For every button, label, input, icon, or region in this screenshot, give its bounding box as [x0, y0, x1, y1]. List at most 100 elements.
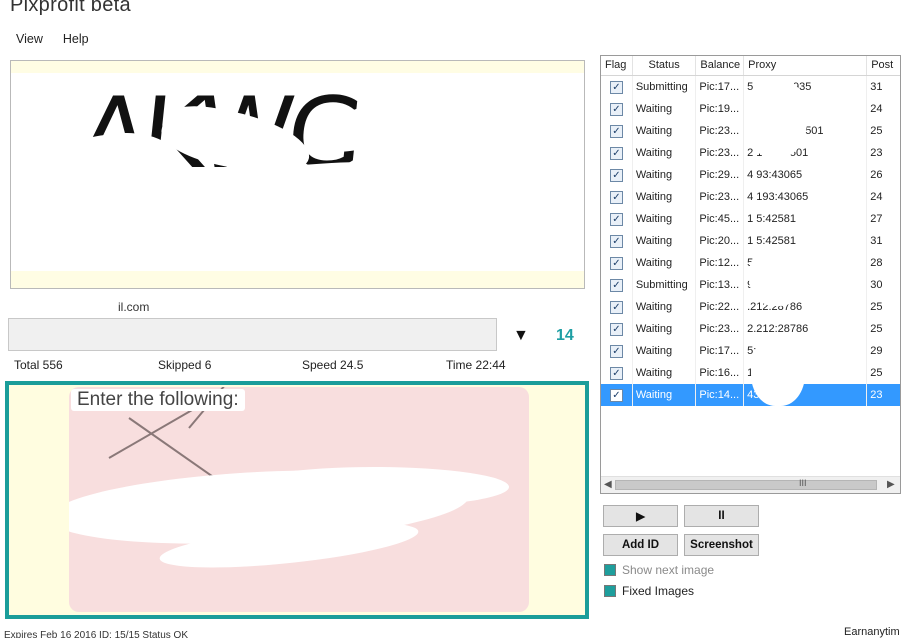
row-status: Waiting — [633, 340, 697, 362]
pause-button[interactable]: II — [684, 505, 759, 527]
row-status: Waiting — [633, 384, 697, 406]
horizontal-scrollbar[interactable]: ◀ III ▶ — [601, 476, 900, 493]
row-flag[interactable]: ✓ — [601, 208, 633, 230]
flag-checkbox[interactable]: ✓ — [609, 366, 623, 380]
row-flag[interactable]: ✓ — [601, 252, 633, 274]
row-port: 31 — [870, 235, 883, 247]
play-icon: ▶ — [636, 511, 645, 523]
flag-checkbox[interactable]: ✓ — [609, 102, 623, 116]
col-balance[interactable]: Balance — [696, 56, 745, 75]
row-flag[interactable]: ✓ — [601, 230, 633, 252]
row-port: 28 — [870, 257, 883, 269]
redaction-mask — [749, 246, 805, 306]
col-proxy[interactable]: Proxy — [744, 56, 868, 75]
scroll-right-icon[interactable]: ▶ — [887, 479, 895, 490]
flag-checkbox[interactable]: ✓ — [609, 300, 623, 314]
start-button[interactable]: ▶ — [603, 505, 678, 527]
row-flag[interactable]: ✓ — [601, 120, 633, 142]
fixed-images-option[interactable]: Fixed Images — [604, 584, 694, 598]
flag-checkbox[interactable]: ✓ — [609, 190, 623, 204]
table-row[interactable]: ✓ Waiting Pic:20... 1 5:42581 31 — [601, 230, 900, 252]
row-balance: Pic:16... — [696, 362, 745, 384]
status-bar: Expires Feb 16 2016 ID: 15/15 Status OK — [4, 630, 188, 638]
table-row[interactable]: ✓ Waiting Pic:23... 4 193:43065 24 — [601, 186, 900, 208]
row-port: 25 — [870, 125, 883, 137]
row-flag[interactable]: ✓ — [601, 274, 633, 296]
captcha-answer-input[interactable] — [8, 318, 497, 351]
row-flag[interactable]: ✓ — [601, 164, 633, 186]
screenshot-button[interactable]: Screenshot — [684, 534, 759, 556]
prompt-text: Enter the following: — [71, 389, 245, 411]
row-balance: Pic:23... — [696, 142, 745, 164]
flag-checkbox[interactable]: ✓ — [609, 80, 623, 94]
footer-link[interactable]: Earnanytim — [844, 626, 900, 638]
show-next-image-checkbox[interactable] — [604, 564, 616, 576]
row-flag[interactable]: ✓ — [601, 186, 633, 208]
pause-icon: II — [718, 510, 725, 522]
flag-checkbox[interactable]: ✓ — [609, 256, 623, 270]
flag-checkbox[interactable]: ✓ — [609, 124, 623, 138]
row-port: 29 — [870, 345, 883, 357]
secondary-captcha-panel: Enter the following: — [5, 381, 589, 619]
dropdown-triangle-icon[interactable]: ▼ — [513, 327, 529, 345]
captcha-card — [69, 387, 529, 612]
noise-blob — [239, 467, 509, 507]
row-port: 26 — [870, 169, 883, 181]
fixed-images-checkbox[interactable] — [604, 585, 616, 597]
table-row[interactable]: ✓ Waiting Pic:45... 1 5:42581 27 — [601, 208, 900, 230]
row-flag[interactable]: ✓ — [601, 340, 633, 362]
row-flag[interactable]: ✓ — [601, 362, 633, 384]
flag-checkbox[interactable]: ✓ — [609, 322, 623, 336]
row-flag[interactable]: ✓ — [601, 318, 633, 340]
remaining-counter: 14 — [556, 327, 574, 344]
row-flag[interactable]: ✓ — [601, 76, 633, 98]
row-balance: Pic:23... — [696, 120, 745, 142]
scroll-thumb[interactable] — [615, 480, 877, 490]
stat-time: Time 22:44 — [446, 358, 506, 372]
row-port: 30 — [870, 279, 883, 291]
row-flag[interactable]: ✓ — [601, 296, 633, 318]
row-status: Waiting — [633, 230, 697, 252]
table-row[interactable]: ✓WaitingPic:17...5:4280129 — [601, 340, 900, 362]
table-row[interactable]: ✓WaitingPic:23...2 157:4050123 — [601, 142, 900, 164]
table-row[interactable]: ✓ Waiting Pic:22... .212:28786 25 — [601, 296, 900, 318]
menu-bar: View Help — [10, 31, 95, 47]
flag-checkbox[interactable]: ✓ — [609, 388, 623, 402]
add-id-button[interactable]: Add ID — [603, 534, 678, 556]
menu-help[interactable]: Help — [57, 31, 95, 47]
redaction-mask — [745, 78, 807, 158]
row-flag[interactable]: ✓ — [601, 98, 633, 120]
row-balance: Pic:23... — [696, 186, 745, 208]
row-status: Submitting — [633, 274, 697, 296]
table-row[interactable]: ✓WaitingPic:14...4307723 — [601, 384, 900, 406]
col-flag[interactable]: Flag — [601, 56, 633, 75]
row-port: 24 — [870, 103, 883, 115]
captcha-image: AKWG — [10, 60, 585, 289]
stat-total: Total 556 — [14, 358, 63, 372]
flag-checkbox[interactable]: ✓ — [609, 212, 623, 226]
row-balance: Pic:13... — [696, 274, 745, 296]
flag-checkbox[interactable]: ✓ — [609, 344, 623, 358]
account-email: il.com — [118, 300, 150, 314]
stat-skipped: Skipped 6 — [158, 358, 212, 372]
flag-checkbox[interactable]: ✓ — [609, 146, 623, 160]
row-flag[interactable]: ✓ — [601, 384, 633, 406]
menu-view[interactable]: View — [10, 31, 49, 47]
row-proxy: 2.212:28786 — [744, 318, 868, 340]
flag-checkbox[interactable]: ✓ — [609, 168, 623, 182]
row-balance: Pic:17... — [696, 76, 745, 98]
flag-checkbox[interactable]: ✓ — [609, 278, 623, 292]
flag-checkbox[interactable]: ✓ — [609, 234, 623, 248]
col-status[interactable]: Status — [633, 56, 697, 75]
stat-speed: Speed 24.5 — [302, 358, 364, 372]
scroll-left-icon[interactable]: ◀ — [604, 479, 612, 490]
row-flag[interactable]: ✓ — [601, 142, 633, 164]
row-balance: Pic:45... — [696, 208, 745, 230]
show-next-image-option[interactable]: Show next image — [604, 563, 714, 577]
table-row[interactable]: ✓ Waiting Pic:23... 2.212:28786 25 — [601, 318, 900, 340]
row-port: 31 — [870, 81, 883, 93]
table-row[interactable]: ✓ Waiting Pic:29... 4 93:43065 26 — [601, 164, 900, 186]
row-status: Waiting — [633, 164, 697, 186]
col-port[interactable]: Post — [867, 56, 900, 75]
accounts-table: Flag Status Balance Proxy Post ✓ Submitti… — [600, 55, 901, 494]
